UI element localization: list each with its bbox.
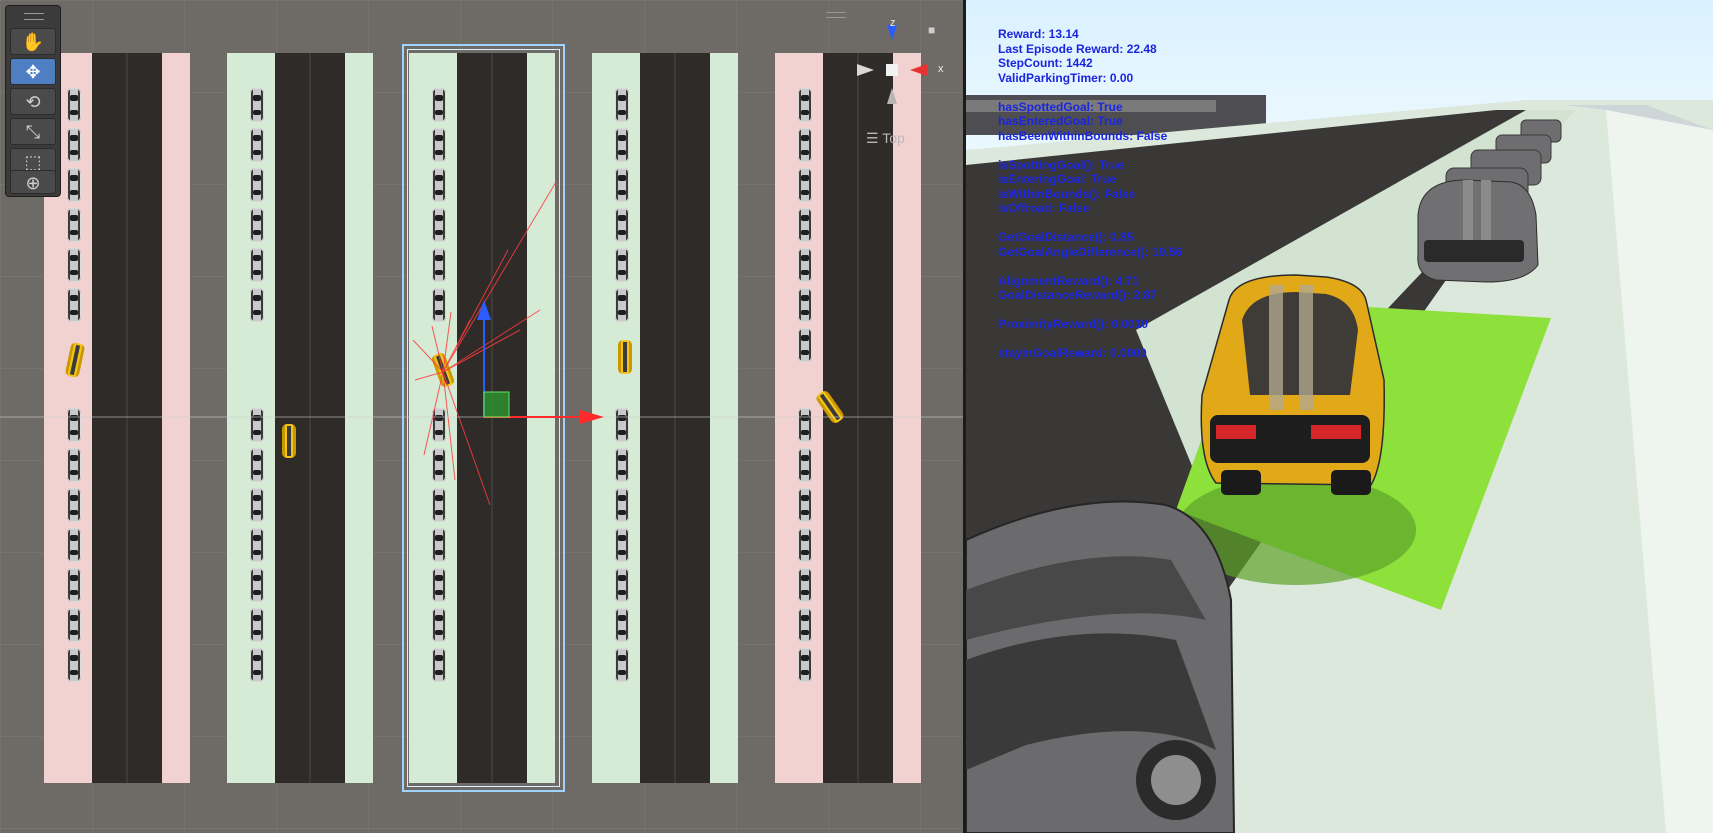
hand-tool-button[interactable]: ✋ [10,28,56,55]
z-axis-label: z [890,17,896,29]
scale-tool-button[interactable]: ⤡ [10,118,56,145]
projection-label[interactable]: ☰ Top [866,130,905,147]
stay-in-goal-reward-text: stayInGoalReward: 0.0000 [998,346,1147,360]
has-spotted-goal-text: hasSpottedGoal: True [998,99,1123,114]
hand-icon: ✋ [21,32,45,52]
reward-text: Reward: 13.14 [998,27,1079,41]
goal-angle-difference-text: GetGoalAngleDifference(): 19.56 [998,244,1183,259]
projection-text: Top [882,130,905,146]
agent-raycasts [0,181,963,506]
debug-hud: Reward: 13.14 Last Episode Reward: 22.48… [998,27,1182,361]
is-within-bounds-text: isWithinBounds(): False [998,186,1136,201]
proximity-reward-text: ProximityReward(): 0.0010 [998,317,1149,331]
rotate-icon: ⟲ [25,92,41,112]
alignment-reward-text: AlignmentReward(): 4.71 [998,273,1139,288]
scale-icon: ⤡ [25,122,41,142]
transform-tool-button[interactable]: ⊕ [10,170,56,194]
scene-tools-panel: ✋ ✥ ⟲ ⤡ ⬚ ⊕ [5,5,61,197]
game-view[interactable]: Reward: 13.14 Last Episode Reward: 22.48… [966,0,1713,833]
orientation-gizmo[interactable]: z x [855,17,950,115]
lock-icon[interactable]: ■ [928,23,935,37]
x-axis-label: x [938,63,944,75]
is-spotting-goal-text: isSpottingGoal(): True [998,157,1124,172]
goal-distance-reward-text: GoalDistanceReward(): 2.87 [998,288,1157,302]
transform-icon: ⊕ [25,173,41,193]
scene-view[interactable]: ✋ ✥ ⟲ ⤡ ⬚ ⊕ z x ■ ☰ Top [0,0,966,833]
is-offroad-text: isOffroad: False [998,201,1090,215]
has-entered-goal-text: hasEnteredGoal: True [998,114,1123,128]
step-count-text: StepCount: 1442 [998,56,1093,70]
is-entering-goal-text: isEnteringGoal: True [998,172,1117,186]
last-episode-reward-text: Last Episode Reward: 22.48 [998,41,1157,56]
menu-icon: ☰ [866,130,879,146]
valid-parking-timer-text: ValidParkingTimer: 0.00 [998,70,1134,85]
toolbar-grip[interactable] [24,13,44,20]
rect-icon: ⬚ [24,152,42,172]
has-been-within-bounds-text: hasBeenWithinBounds: False [998,128,1168,143]
move-tool-button[interactable]: ✥ [10,58,56,85]
move-icon: ✥ [25,62,41,82]
goal-distance-text: GetGoalDistance(): 0.85 [998,230,1134,244]
rotate-tool-button[interactable]: ⟲ [10,88,56,115]
